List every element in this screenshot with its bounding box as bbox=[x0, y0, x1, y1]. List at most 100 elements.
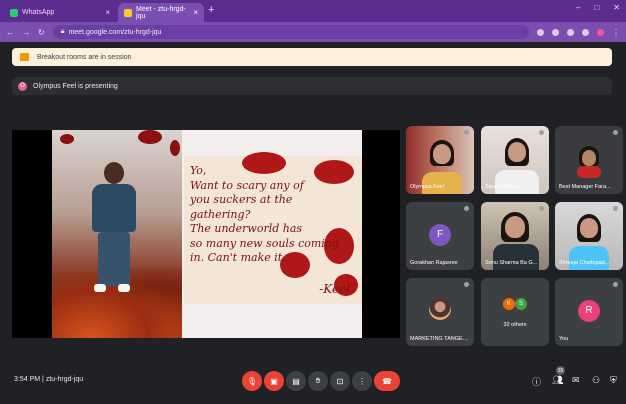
participant-tile[interactable]: Olympus Feel bbox=[406, 126, 474, 194]
people-icon[interactable]: 👥︎ bbox=[552, 375, 563, 386]
self-tile[interactable]: R You bbox=[555, 278, 623, 346]
camera-indicator-icon[interactable] bbox=[537, 28, 544, 36]
info-icon[interactable]: ⓘ bbox=[532, 375, 541, 388]
participant-avatar: S bbox=[515, 298, 527, 310]
close-icon[interactable]: × bbox=[193, 8, 198, 17]
pin-icon[interactable] bbox=[464, 206, 469, 211]
lock-icon: 🔒︎ bbox=[60, 28, 65, 35]
maximize-button[interactable]: □ bbox=[594, 3, 599, 12]
presenter-avatar: O bbox=[18, 81, 27, 91]
breakout-banner: Breakout rooms are in session bbox=[12, 48, 612, 66]
more-options-button[interactable]: ⋮ bbox=[352, 371, 372, 391]
participant-tile[interactable]: Sonu Sharma Ba G... bbox=[481, 202, 549, 270]
presenting-text: Olympus Feel is presenting bbox=[33, 82, 118, 90]
extensions-icon[interactable] bbox=[582, 28, 589, 36]
close-icon[interactable]: × bbox=[105, 8, 110, 17]
tab-label: Meet - ztu-hrgd-jqu bbox=[136, 5, 186, 20]
pin-icon[interactable] bbox=[464, 130, 469, 135]
slide-photo bbox=[52, 130, 182, 338]
browser-window: WhatsApp × Meet - ztu-hrgd-jqu × + – □ ✕… bbox=[0, 0, 626, 404]
raise-hand-button[interactable]: ✋︎ bbox=[308, 371, 328, 391]
separator: | bbox=[42, 376, 44, 383]
quote-line: gathering? bbox=[190, 207, 251, 221]
participant-tile[interactable]: K S 32 others bbox=[481, 278, 549, 346]
close-window-button[interactable]: ✕ bbox=[613, 3, 620, 12]
camera-off-icon: ▣ bbox=[270, 376, 278, 386]
participant-tile[interactable]: Seema Bansal bbox=[481, 126, 549, 194]
mic-off-button[interactable]: 🎙︎ bbox=[242, 371, 262, 391]
participant-name: Seema Bansal bbox=[485, 184, 521, 190]
presentation-stage: Yo, Want to scary any of you suckers at … bbox=[12, 130, 400, 338]
tab-label: WhatsApp bbox=[22, 9, 55, 16]
profile-avatar[interactable] bbox=[597, 28, 604, 36]
tab-bar: WhatsApp × Meet - ztu-hrgd-jqu × + – □ ✕ bbox=[0, 0, 626, 22]
participant-tile[interactable]: MARKETING TANGER... bbox=[406, 278, 474, 346]
meet-icon bbox=[124, 8, 132, 17]
pin-icon[interactable] bbox=[539, 130, 544, 135]
clock: 3:54 PM bbox=[14, 376, 41, 383]
participant-name: Shreeja Chattopad... bbox=[559, 260, 610, 266]
others-count: 32 others bbox=[503, 322, 527, 328]
quote-line: in. Can't make it. bbox=[190, 251, 286, 264]
mic-off-icon: 🎙︎ bbox=[246, 376, 258, 386]
forward-icon[interactable]: → bbox=[22, 28, 30, 37]
address-toolbar: ← → ↻ 🔒︎ meet.google.com/ztu-hrgd-jqu ⋮ bbox=[0, 22, 626, 42]
present-button[interactable]: ⊡ bbox=[330, 371, 350, 391]
quote-line: Want to scary any of bbox=[190, 178, 304, 192]
participant-avatar: K bbox=[503, 298, 515, 310]
pin-icon[interactable] bbox=[464, 282, 469, 287]
minimize-button[interactable]: – bbox=[576, 3, 580, 12]
banner-text: Breakout rooms are in session bbox=[37, 53, 132, 61]
reload-icon[interactable]: ↻ bbox=[38, 28, 45, 37]
participant-tile[interactable]: Shreeja Chattopad... bbox=[555, 202, 623, 270]
activities-icon[interactable]: ⚇ bbox=[592, 375, 600, 386]
presentation-slide: Yo, Want to scary any of you suckers at … bbox=[52, 130, 362, 338]
quote-line: The underworld has bbox=[190, 222, 303, 235]
slide-signature: -Keel bbox=[319, 282, 350, 296]
share-icon[interactable] bbox=[552, 28, 559, 36]
new-tab-button[interactable]: + bbox=[208, 4, 214, 16]
participant-name: Sonu Sharma Ba G... bbox=[485, 260, 538, 266]
meeting-info: 3:54 PM | ztu-hrgd-jqu bbox=[14, 376, 83, 383]
participant-name: MARKETING TANGER... bbox=[410, 336, 470, 342]
more-vert-icon: ⋮ bbox=[358, 376, 366, 386]
control-bar: 3:54 PM | ztu-hrgd-jqu 🎙︎ ▣ ▤ ✋︎ ⊡ ⋮ ☎︎ … bbox=[0, 362, 626, 404]
people-count-badge: 35 bbox=[556, 366, 565, 375]
pin-icon[interactable] bbox=[613, 206, 618, 211]
window-controls: – □ ✕ bbox=[576, 3, 620, 12]
participant-name: Gorakhan Rajasree bbox=[410, 260, 458, 266]
tab-whatsapp[interactable]: WhatsApp × bbox=[4, 3, 116, 22]
back-icon[interactable]: ← bbox=[6, 28, 14, 37]
chat-icon[interactable]: ✉︎ bbox=[572, 375, 580, 386]
captions-icon: ▤ bbox=[292, 376, 300, 386]
participant-avatar: F bbox=[429, 223, 451, 246]
address-bar[interactable]: 🔒︎ meet.google.com/ztu-hrgd-jqu bbox=[52, 25, 529, 39]
tab-meet[interactable]: Meet - ztu-hrgd-jqu × bbox=[118, 3, 204, 22]
phone-hangup-icon: ☎︎ bbox=[382, 376, 392, 386]
bookmark-star-icon[interactable] bbox=[567, 28, 574, 36]
hand-icon: ✋︎ bbox=[315, 376, 321, 385]
participant-name: Olympus Feel bbox=[410, 184, 444, 190]
quote-line: you suckers at the bbox=[190, 193, 293, 206]
host-controls-icon[interactable]: ⛨ bbox=[610, 375, 617, 386]
quote-line: so many new souls coming bbox=[190, 236, 339, 250]
url-text: meet.google.com/ztu-hrgd-jqu bbox=[68, 28, 162, 36]
leave-call-button[interactable]: ☎︎ bbox=[374, 371, 400, 391]
more-menu-icon[interactable]: ⋮ bbox=[612, 28, 620, 37]
participant-name: Best Manager Fara... bbox=[559, 184, 611, 190]
slide-note: Yo, Want to scary any of you suckers at … bbox=[184, 152, 362, 304]
pin-icon[interactable] bbox=[613, 130, 618, 135]
captions-button[interactable]: ▤ bbox=[286, 371, 306, 391]
pin-icon[interactable] bbox=[613, 282, 618, 287]
participant-tile[interactable]: Best Manager Fara... bbox=[555, 126, 623, 194]
meeting-code: ztu-hrgd-jqu bbox=[45, 376, 84, 383]
quote-line: Yo, bbox=[190, 164, 207, 177]
camera-off-button[interactable]: ▣ bbox=[264, 371, 284, 391]
participant-tile[interactable]: F Gorakhan Rajasree bbox=[406, 202, 474, 270]
presenting-bar[interactable]: O Olympus Feel is presenting bbox=[12, 77, 612, 95]
present-icon: ⊡ bbox=[336, 376, 344, 386]
pin-icon[interactable] bbox=[539, 206, 544, 211]
breakout-rooms-icon bbox=[20, 53, 29, 61]
self-avatar: R bbox=[578, 299, 600, 322]
slide-quote: Yo, Want to scary any of you suckers at … bbox=[190, 164, 358, 266]
